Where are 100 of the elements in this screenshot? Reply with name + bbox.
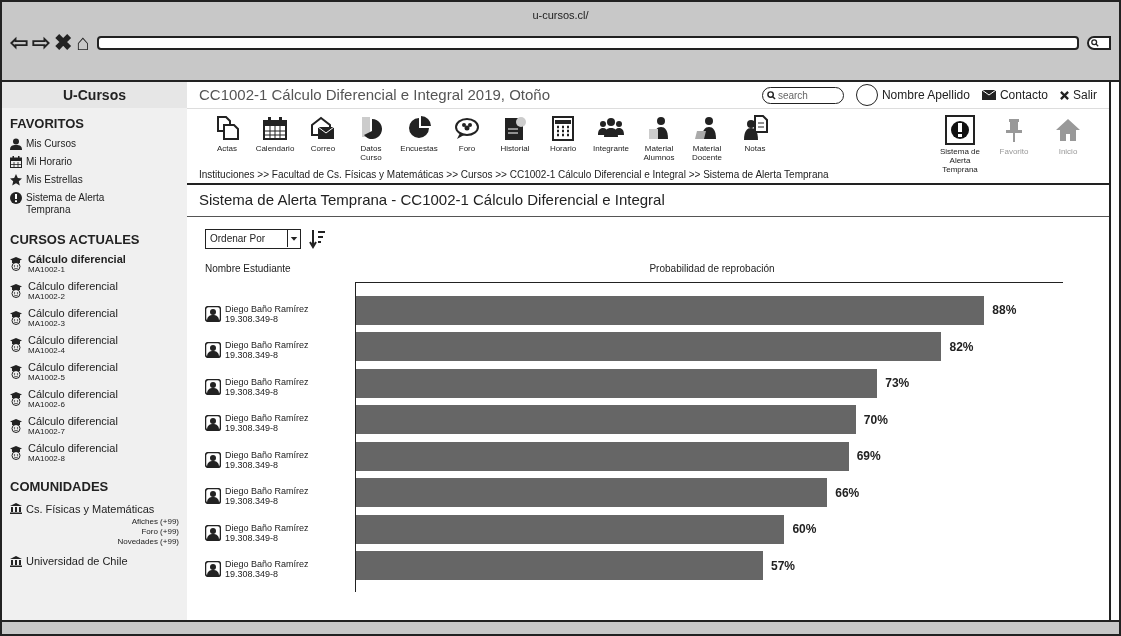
probability-value: 60% [792,521,817,538]
student-id: 19.308.349-8 [225,386,280,397]
course-link[interactable]: Cálculo diferencial MA1002-5 [28,361,118,382]
course-link[interactable]: Cálculo diferencial MA1002-7 [28,415,118,436]
alert-icon [10,191,22,204]
sidebar-link[interactable]: Sistema de Alerta Temprana [26,191,146,216]
student-name: Diego Baño Ramírez [225,486,309,497]
user-avatar-icon [205,561,221,578]
toolbar-button[interactable]: Encuestas [397,115,441,153]
student-id: 19.308.349-8 [225,423,280,434]
community-sublink[interactable]: Foro (+99) [141,527,179,537]
student-name: Diego Baño Ramírez [225,303,309,314]
graduate-face-icon [10,337,22,352]
student-id: 19.308.349-8 [225,350,280,361]
breadcrumb: Instituciones >> Facultad de Cs. Físicas y Matemáticas >> Cursos >> CC1002-1 Cálculo Diferencial e Integral >> Sistema de Alerta Temprana [199,169,829,180]
course-link[interactable]: Cálculo diferencial MA1002-6 [28,388,118,409]
course-link[interactable]: Cálculo diferencial MA1002-2 [28,280,118,301]
student-name: Diego Baño Ramírez [225,340,309,351]
back-button[interactable]: ⇦ [10,31,28,54]
graduate-face-icon [10,310,22,325]
user-avatar-icon [205,378,221,395]
pie-chart-icon [406,115,432,141]
user-avatar-icon [205,305,221,322]
speech-bubble-icon [454,115,480,141]
section-heading: CURSOS ACTUALES [10,230,141,249]
building-icon [10,503,22,515]
graduate-face-icon [10,256,22,271]
student-name: Diego Baño Ramírez [225,449,309,460]
person-document-icon [742,115,768,141]
probability-value: 82% [949,338,974,356]
toolbar-button[interactable]: Sistema de Alerta Temprana [937,115,983,174]
probability-value: 69% [856,448,881,465]
page-address: u-cursos.cl/ [531,8,590,23]
graduate-face-icon [10,283,22,298]
person-icon [10,137,22,150]
probability-value: 88% [992,302,1017,319]
stop-button[interactable]: ✖ [54,31,72,54]
graduate-face-icon [10,445,22,460]
probability-value: 57% [770,557,795,575]
student-id: 19.308.349-8 [225,569,280,580]
sort-icon[interactable] [309,228,325,249]
toolbar-button[interactable]: Material Docente [685,115,729,162]
calendar-icon [262,115,288,141]
sidebar-link[interactable]: Mis Estrellas [26,173,146,186]
home-button[interactable]: ⌂ [76,31,90,54]
contact-link[interactable]: Contacto [981,86,1048,104]
caret-icon [287,230,300,247]
brand-title[interactable]: U-Cursos [2,82,187,108]
forward-button[interactable]: ⇨ [32,31,50,54]
community-sublink[interactable]: Novedades (+99) [117,537,179,547]
user-avatar-icon [205,415,221,432]
course-link[interactable]: Cálculo diferencial MA1002-1 [28,253,126,274]
student-name: Diego Baño Ramírez [225,376,309,387]
sort-dropdown[interactable]: Ordenar Por [205,228,301,249]
student-id: 19.308.349-8 [225,532,280,543]
star-icon [10,173,22,186]
user-avatar-icon [205,451,221,468]
student-id: 19.308.349-8 [225,313,280,324]
search-icon [766,90,776,100]
community-sublink[interactable]: Afiches (+99) [131,517,179,527]
column-header: Probabilidad de reprobación [648,261,776,276]
user-name[interactable]: Nombre Apellido [881,86,970,104]
user-avatar-icon [205,342,221,359]
course-link[interactable]: Cálculo diferencial MA1002-8 [28,442,118,463]
page-title: Sistema de Alerta Temprana - CC1002-1 Cálculo Diferencial e Integral [198,190,666,210]
sidebar-link[interactable]: Mis Cursos [26,137,146,150]
toolbar-button[interactable]: Integrante [589,115,633,153]
document-icon [502,115,528,141]
course-link[interactable]: Cálculo diferencial MA1002-3 [28,307,118,328]
building-icon [10,555,22,567]
toolbar-button[interactable]: Datos Curso [349,115,393,162]
section-heading: FAVORITOS [10,115,85,133]
close-icon [1060,90,1069,100]
student-id: 19.308.349-8 [225,459,280,470]
toolbar-button[interactable]: Foro [445,115,489,153]
toolbar-button[interactable]: Notas [733,115,777,153]
course-title: CC1002-1 Cálculo Diferencial e Integral 2019, Otoño [199,84,552,105]
logout-link[interactable]: Salir [1060,86,1097,104]
toolbar-button[interactable]: Correo [301,115,345,153]
user-avatar-icon [205,524,221,541]
toolbar-button[interactable]: Calendario [253,115,297,153]
documents-icon [214,115,240,141]
graduate-face-icon [10,418,22,433]
envelope-icon [981,90,996,100]
graduate-face-icon [10,364,22,379]
sidebar-link[interactable]: Mi Horario [26,155,146,168]
toolbar-button[interactable]: Historial [493,115,537,153]
toolbar-button[interactable]: Horario [541,115,585,153]
community-link[interactable]: Cs. Físicas y Matemáticas [26,500,155,517]
home-icon [1055,117,1081,143]
address-field[interactable] [97,35,1079,50]
probability-value: 73% [885,375,910,392]
student-name: Diego Baño Ramírez [225,559,309,570]
section-heading: COMUNIDADES [10,478,110,496]
toolbar-button[interactable]: Material Alumnos [637,115,681,162]
calculator-icon [550,115,576,141]
course-link[interactable]: Cálculo diferencial MA1002-4 [28,334,118,355]
search-field[interactable] [1087,35,1111,50]
toolbar-button[interactable]: Actas [205,115,249,153]
community-link[interactable]: Universidad de Chile [26,553,128,570]
